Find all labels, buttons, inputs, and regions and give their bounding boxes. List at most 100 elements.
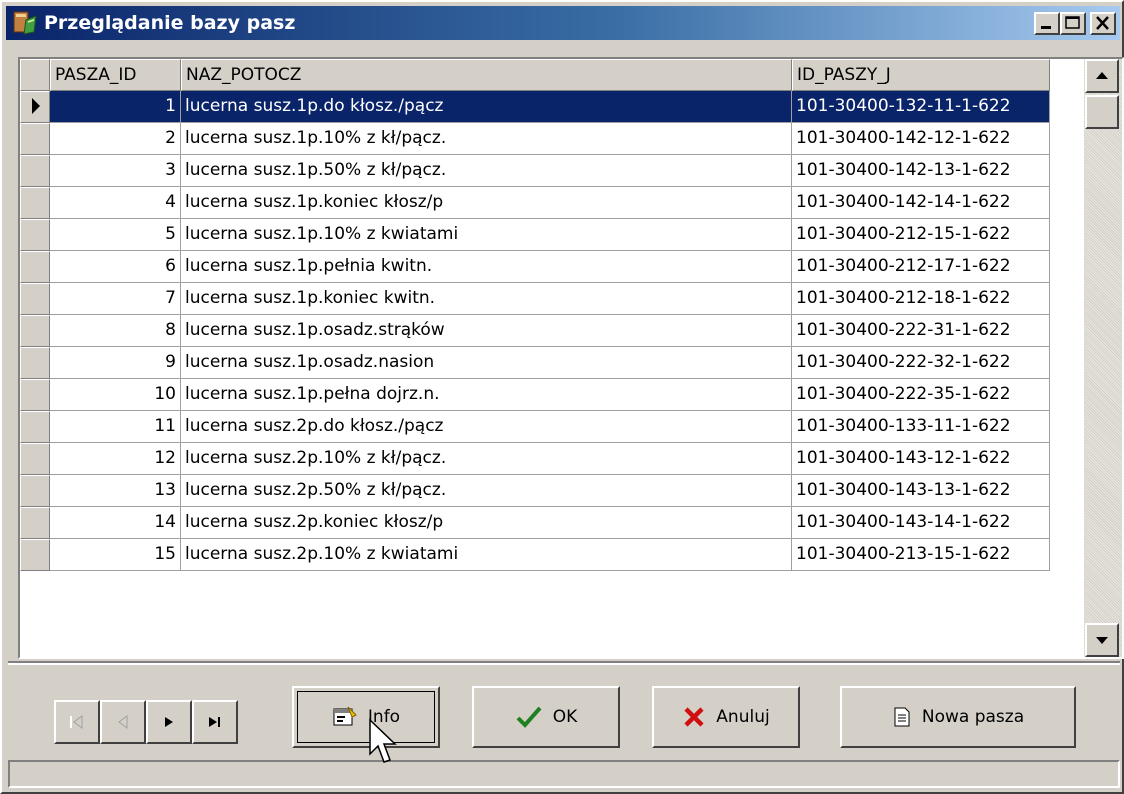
table-row[interactable]: 6 lucerna susz.1p.pełnia kwitn. 101-30400-… <box>20 251 1050 283</box>
cell-naz-potocz[interactable]: lucerna susz.1p.pełnia kwitn. <box>181 251 792 283</box>
first-record-icon <box>70 715 83 729</box>
cell-id-paszy-j[interactable]: 101-30400-222-35-1-622 <box>792 379 1050 411</box>
column-header-naz-potocz[interactable]: NAZ_POTOCZ <box>181 59 792 91</box>
table-row[interactable]: 1 lucerna susz.1p.do kłosz./pącz 101-30400… <box>20 91 1050 123</box>
scroll-thumb[interactable] <box>1085 95 1119 129</box>
first-record-button[interactable] <box>54 700 100 744</box>
ok-button[interactable]: OK <box>472 686 620 748</box>
prior-record-button[interactable] <box>100 700 146 744</box>
row-indicator[interactable] <box>20 187 50 219</box>
cell-id-paszy-j[interactable]: 101-30400-142-14-1-622 <box>792 187 1050 219</box>
cell-pasza-id[interactable]: 3 <box>50 155 181 187</box>
cell-id-paszy-j[interactable]: 101-30400-212-15-1-622 <box>792 219 1050 251</box>
row-indicator[interactable] <box>20 379 50 411</box>
row-indicator[interactable] <box>20 155 50 187</box>
column-header-id-paszy-j[interactable]: ID_PASZY_J <box>792 59 1050 91</box>
cell-naz-potocz[interactable]: lucerna susz.1p.osadz.nasion <box>181 347 792 379</box>
cell-naz-potocz[interactable]: lucerna susz.1p.50% z kł/pącz. <box>181 155 792 187</box>
new-feed-button[interactable]: Nowa pasza <box>840 686 1076 748</box>
cell-pasza-id[interactable]: 8 <box>50 315 181 347</box>
cell-pasza-id[interactable]: 14 <box>50 507 181 539</box>
cell-naz-potocz[interactable]: lucerna susz.1p.pełna dojrz.n. <box>181 379 792 411</box>
cell-naz-potocz[interactable]: lucerna susz.1p.10% z kł/pącz. <box>181 123 792 155</box>
cell-naz-potocz[interactable]: lucerna susz.2p.10% z kł/pącz. <box>181 443 792 475</box>
cell-id-paszy-j[interactable]: 101-30400-212-18-1-622 <box>792 283 1050 315</box>
row-indicator[interactable] <box>20 539 50 571</box>
table-row[interactable]: 14 lucerna susz.2p.koniec kłosz/p 101-3040… <box>20 507 1050 539</box>
table-row[interactable]: 4 lucerna susz.1p.koniec kłosz/p 101-30400… <box>20 187 1050 219</box>
close-icon <box>1096 16 1109 30</box>
row-indicator[interactable] <box>20 251 50 283</box>
row-indicator[interactable] <box>20 283 50 315</box>
cancel-button[interactable]: Anuluj <box>652 686 800 748</box>
table-row[interactable]: 10 lucerna susz.1p.pełna dojrz.n. 101-3040… <box>20 379 1050 411</box>
mouse-cursor-icon <box>369 718 397 763</box>
next-record-button[interactable] <box>146 700 192 744</box>
grid-body: PASZA_ID NAZ_POTOCZ ID_PASZY_J 1 lucerna … <box>20 59 1084 657</box>
table-row[interactable]: 13 lucerna susz.2p.50% z kł/pącz. 101-3040… <box>20 475 1050 507</box>
cell-naz-potocz[interactable]: lucerna susz.1p.osadz.strąków <box>181 315 792 347</box>
cell-naz-potocz[interactable]: lucerna susz.2p.do kłosz./pącz <box>181 411 792 443</box>
vertical-scrollbar[interactable] <box>1084 59 1122 657</box>
row-indicator[interactable] <box>20 507 50 539</box>
last-record-button[interactable] <box>192 700 238 744</box>
row-indicator[interactable] <box>20 123 50 155</box>
cell-pasza-id[interactable]: 13 <box>50 475 181 507</box>
cell-pasza-id[interactable]: 10 <box>50 379 181 411</box>
close-button[interactable] <box>1090 12 1116 35</box>
cell-naz-potocz[interactable]: lucerna susz.2p.50% z kł/pącz. <box>181 475 792 507</box>
row-indicator[interactable] <box>20 315 50 347</box>
cell-pasza-id[interactable]: 4 <box>50 187 181 219</box>
cell-pasza-id[interactable]: 12 <box>50 443 181 475</box>
table-row[interactable]: 2 lucerna susz.1p.10% z kł/pącz. 101-30400… <box>20 123 1050 155</box>
table-row[interactable]: 7 lucerna susz.1p.koniec kwitn. 101-30400-… <box>20 283 1050 315</box>
cell-naz-potocz[interactable]: lucerna susz.1p.koniec kłosz/p <box>181 187 792 219</box>
cell-naz-potocz[interactable]: lucerna susz.1p.do kłosz./pącz <box>181 91 792 123</box>
cell-id-paszy-j[interactable]: 101-30400-143-14-1-622 <box>792 507 1050 539</box>
cell-pasza-id[interactable]: 9 <box>50 347 181 379</box>
cell-pasza-id[interactable]: 5 <box>50 219 181 251</box>
row-indicator[interactable] <box>20 475 50 507</box>
info-button[interactable]: Info <box>292 686 440 748</box>
table-row[interactable]: 11 lucerna susz.2p.do kłosz./pącz 101-3040… <box>20 411 1050 443</box>
cell-naz-potocz[interactable]: lucerna susz.1p.10% z kwiatami <box>181 219 792 251</box>
cell-id-paszy-j[interactable]: 101-30400-143-13-1-622 <box>792 475 1050 507</box>
column-header-pasza-id[interactable]: PASZA_ID <box>50 59 181 91</box>
row-indicator[interactable] <box>20 91 50 123</box>
cell-pasza-id[interactable]: 6 <box>50 251 181 283</box>
scroll-down-button[interactable] <box>1085 623 1119 657</box>
cell-naz-potocz[interactable]: lucerna susz.2p.koniec kłosz/p <box>181 507 792 539</box>
cell-id-paszy-j[interactable]: 101-30400-143-12-1-622 <box>792 443 1050 475</box>
table-row[interactable]: 5 lucerna susz.1p.10% z kwiatami 101-30400… <box>20 219 1050 251</box>
scroll-down-arrow-icon <box>1096 637 1108 644</box>
cell-id-paszy-j[interactable]: 101-30400-222-31-1-622 <box>792 315 1050 347</box>
scroll-up-button[interactable] <box>1085 59 1119 93</box>
cell-pasza-id[interactable]: 11 <box>50 411 181 443</box>
cell-pasza-id[interactable]: 7 <box>50 283 181 315</box>
cell-id-paszy-j[interactable]: 101-30400-212-17-1-622 <box>792 251 1050 283</box>
cell-pasza-id[interactable]: 15 <box>50 539 181 571</box>
cell-id-paszy-j[interactable]: 101-30400-142-13-1-622 <box>792 155 1050 187</box>
cell-id-paszy-j[interactable]: 101-30400-142-12-1-622 <box>792 123 1050 155</box>
cell-id-paszy-j[interactable]: 101-30400-133-11-1-622 <box>792 411 1050 443</box>
table-row[interactable]: 12 lucerna susz.2p.10% z kł/pącz. 101-3040… <box>20 443 1050 475</box>
cell-id-paszy-j[interactable]: 101-30400-222-32-1-622 <box>792 347 1050 379</box>
table-row[interactable]: 3 lucerna susz.1p.50% z kł/pącz. 101-30400… <box>20 155 1050 187</box>
properties-icon <box>333 706 357 726</box>
maximize-button[interactable] <box>1060 12 1086 35</box>
minimize-button[interactable] <box>1034 12 1060 35</box>
table-row[interactable]: 9 lucerna susz.1p.osadz.nasion 101-30400-2… <box>20 347 1050 379</box>
row-indicator[interactable] <box>20 443 50 475</box>
row-indicator[interactable] <box>20 411 50 443</box>
row-indicator[interactable] <box>20 219 50 251</box>
cell-naz-potocz[interactable]: lucerna susz.1p.koniec kwitn. <box>181 283 792 315</box>
cell-id-paszy-j[interactable]: 101-30400-213-15-1-622 <box>792 539 1050 571</box>
table-row[interactable]: 15 lucerna susz.2p.10% z kwiatami 101-3040… <box>20 539 1050 571</box>
last-record-icon <box>209 717 220 727</box>
cell-id-paszy-j[interactable]: 101-30400-132-11-1-622 <box>792 91 1050 123</box>
table-row[interactable]: 8 lucerna susz.1p.osadz.strąków 101-30400-… <box>20 315 1050 347</box>
row-indicator[interactable] <box>20 347 50 379</box>
cell-pasza-id[interactable]: 2 <box>50 123 181 155</box>
cell-naz-potocz[interactable]: lucerna susz.2p.10% z kwiatami <box>181 539 792 571</box>
cell-pasza-id[interactable]: 1 <box>50 91 181 123</box>
